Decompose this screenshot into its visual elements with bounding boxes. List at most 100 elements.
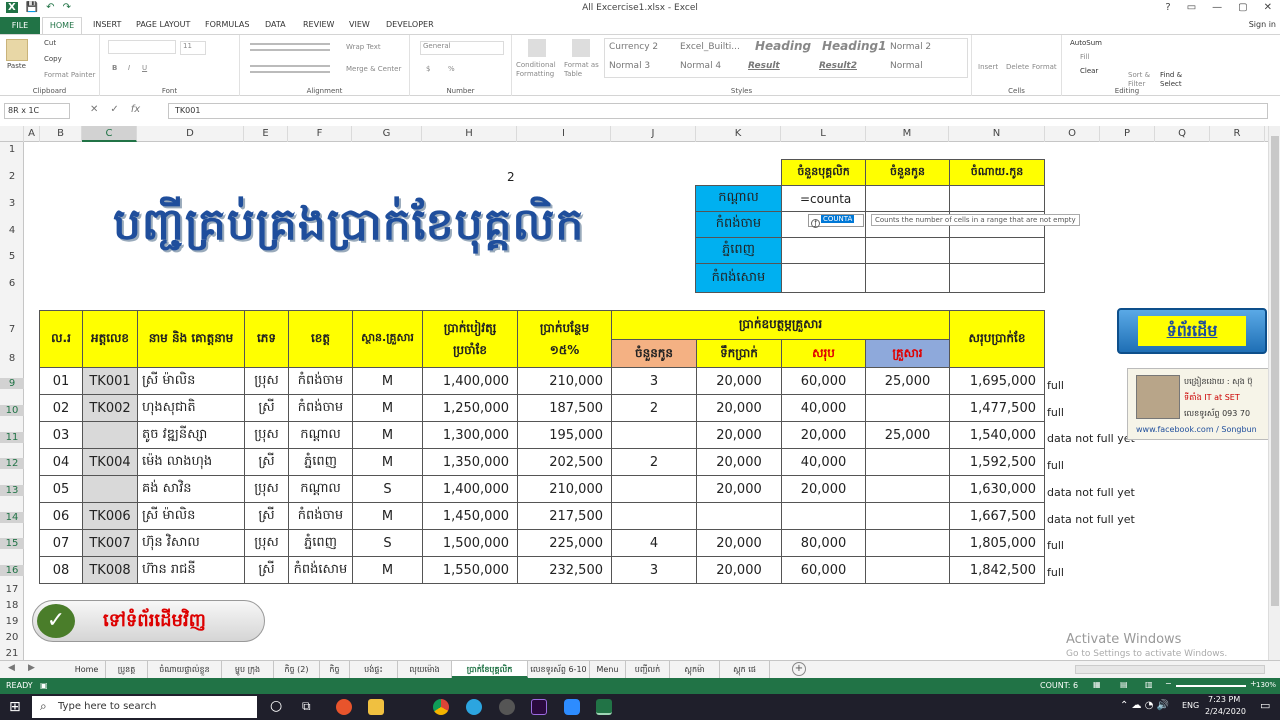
column-header[interactable]: E [244,126,288,142]
vertical-scrollbar[interactable] [1268,126,1280,660]
style-heading1[interactable]: Heading1 [819,38,887,54]
sheet-tab-active[interactable]: ប្រាក់ខែបុគ្គលិក [452,661,528,678]
formula-editing-cell[interactable]: =counta [781,185,866,212]
cell-bonus[interactable]: 210,000 [517,367,612,395]
cell-name[interactable]: ហ៊ុន វិសាល [137,529,245,557]
cell-total[interactable]: 1,695,000 [949,367,1045,395]
cell-no[interactable]: 07 [39,529,83,557]
merge-center-button[interactable]: Merge & Center [346,65,401,73]
cell-sum[interactable]: 40,000 [781,394,866,422]
cut-button[interactable]: Cut [44,39,56,47]
underline-button[interactable]: U [142,64,147,72]
cell-province[interactable]: កណ្ដាល [288,475,353,503]
chrome-icon[interactable] [433,699,449,715]
summary-cell[interactable] [865,185,950,212]
cell-status[interactable]: M [352,556,423,584]
cell-status[interactable]: S [352,475,423,503]
normal-view-icon[interactable]: ▦ [1093,680,1101,689]
insert-cells-button[interactable]: Insert [978,63,998,71]
currency-button[interactable]: $ [426,65,430,73]
style-normal3[interactable]: Normal 3 [606,58,674,74]
cell-status[interactable]: M [352,502,423,530]
minimize-icon[interactable]: — [1212,2,1222,13]
premiere-icon[interactable] [531,699,547,715]
cell-total[interactable]: 1,805,000 [949,529,1045,557]
row-header[interactable]: 9 [0,378,24,389]
italic-button[interactable]: I [128,64,130,72]
cell-name[interactable]: តូច វឌ្ឍនីស្សា [137,421,245,449]
cell-rate[interactable]: 20,000 [696,421,782,449]
cell-children[interactable]: 3 [611,367,697,395]
worksheet[interactable]: បញ្ជីគ្រប់គ្រងប្រាក់ខែបុគ្គលិក 2 ចំនួនបុ… [25,142,1270,660]
cell-salary[interactable]: 1,500,000 [422,529,518,557]
cell-sum[interactable]: 40,000 [781,448,866,476]
summary-cell[interactable] [865,263,950,293]
task-view-icon[interactable]: ⧉ [302,699,311,714]
copy-button[interactable]: Copy [44,55,62,63]
next-sheet-icon[interactable]: ▶ [28,663,35,673]
cell-id[interactable]: TK008 [82,556,138,584]
column-header[interactable]: O [1045,126,1100,142]
cell-gender[interactable]: ប្រុស [244,529,289,557]
row-header[interactable]: 19 [0,616,24,627]
cell-children[interactable] [611,475,697,503]
conditional-formatting-button[interactable]: Conditional Formatting [516,61,564,79]
cell-salary[interactable]: 1,550,000 [422,556,518,584]
column-header[interactable]: Q [1155,126,1210,142]
cell-name[interactable]: ស្រី ម៉ាលិន [137,367,245,395]
row-header[interactable]: 10 [0,405,24,416]
cell-id[interactable] [82,421,138,449]
cell-status[interactable]: M [352,367,423,395]
insert-function-icon[interactable]: fx [131,104,140,115]
back-home-button[interactable]: ✓ ទៅទំព័រដើមវិញ [32,600,265,642]
column-header[interactable]: F [288,126,352,142]
cell-spouse[interactable]: 25,000 [865,421,950,449]
cell-salary[interactable]: 1,300,000 [422,421,518,449]
cell-total[interactable]: 1,667,500 [949,502,1045,530]
font-name-box[interactable] [108,40,176,54]
column-header[interactable]: D [137,126,244,142]
zoom-out-icon[interactable]: − [1165,679,1172,688]
cell-status[interactable]: M [352,421,423,449]
tab-insert[interactable]: INSERT [93,20,121,29]
cell-bonus[interactable]: 225,000 [517,529,612,557]
sheet-tab[interactable]: លេខទូរស័ព្ទ 6-10 [528,661,590,678]
maximize-icon[interactable]: ▢ [1238,2,1247,13]
zoom-level[interactable]: 130% [1256,681,1276,689]
column-header[interactable]: P [1100,126,1155,142]
delete-cells-button[interactable]: Delete [1006,63,1029,71]
column-header[interactable]: M [866,126,949,142]
row-header[interactable]: 5 [0,251,24,262]
name-box[interactable]: 8R x 1C [4,103,70,119]
cell-total[interactable]: 1,592,500 [949,448,1045,476]
sheet-tab[interactable]: Menu [590,661,626,678]
row-header[interactable]: 16 [0,565,24,576]
style-result[interactable]: Result [745,58,813,74]
select-all-corner[interactable] [0,126,24,142]
column-header[interactable]: B [40,126,82,142]
style-heading[interactable]: Heading [752,38,820,54]
notification-icon[interactable]: ▭ [1260,699,1270,712]
help-icon[interactable]: ? [1165,2,1170,13]
summary-cell[interactable] [949,237,1045,264]
cell-province[interactable]: ភ្នំពេញ [288,448,353,476]
zoom-app-icon[interactable] [564,699,580,715]
tab-file[interactable]: FILE [0,17,40,34]
cell-name[interactable]: ស្រី ម៉ាលិន [137,502,245,530]
row-header[interactable]: 2 [0,171,24,182]
windows-start-icon[interactable]: ⊞ [9,699,21,715]
format-painter-button[interactable]: Format Painter [44,71,95,79]
close-icon[interactable]: ✕ [1264,2,1272,13]
cell-id[interactable]: TK002 [82,394,138,422]
cell-province[interactable]: កំពង់ចាម [288,502,353,530]
cell-id[interactable]: TK007 [82,529,138,557]
page-layout-icon[interactable]: ▤ [1120,680,1128,689]
column-header[interactable]: I [517,126,611,142]
cell-salary[interactable]: 1,450,000 [422,502,518,530]
column-header[interactable]: C [82,126,137,142]
column-header[interactable]: L [781,126,866,142]
sign-in-link[interactable]: Sign in [1249,20,1276,29]
column-header[interactable]: R [1210,126,1265,142]
cell-children[interactable]: 3 [611,556,697,584]
cell-spouse[interactable] [865,502,950,530]
